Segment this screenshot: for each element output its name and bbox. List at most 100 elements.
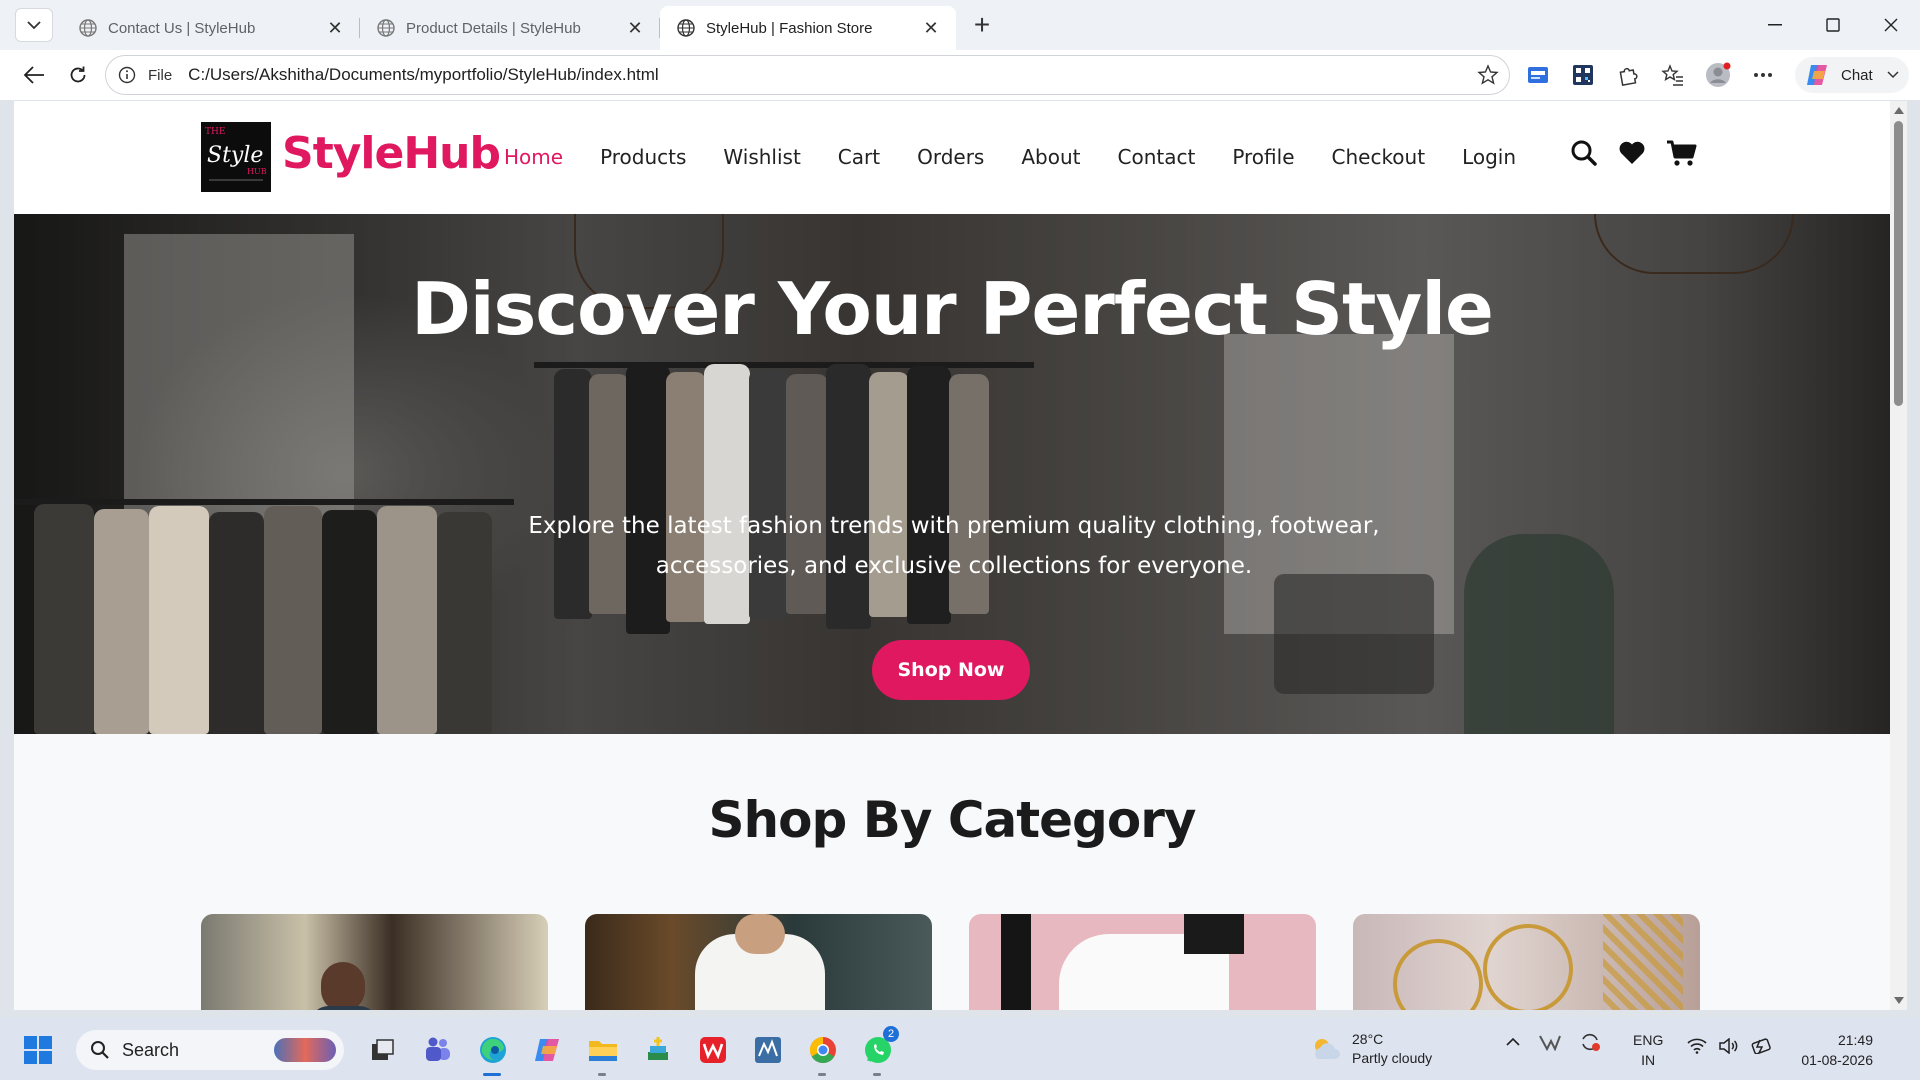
- reload-icon: [70, 66, 86, 83]
- copilot-app[interactable]: [520, 1030, 575, 1070]
- language-region: IN: [1641, 1052, 1656, 1068]
- edge-app[interactable]: [465, 1030, 520, 1076]
- new-tab-button[interactable]: +: [964, 7, 1000, 43]
- category-card-men[interactable]: [201, 914, 548, 1010]
- nav-profile[interactable]: Profile: [1232, 145, 1294, 169]
- minimize-button[interactable]: [1746, 0, 1804, 50]
- language-indicator[interactable]: ENG IN: [1633, 1030, 1663, 1070]
- category-card-accessories[interactable]: [1353, 914, 1700, 1010]
- close-icon[interactable]: ✕: [920, 17, 942, 39]
- hero-title: Discover Your Perfect Style: [411, 267, 1494, 351]
- tray-app-icon[interactable]: [1539, 1033, 1561, 1051]
- search-icon[interactable]: [1570, 139, 1598, 167]
- svg-text:THE: THE: [205, 127, 225, 137]
- quick-settings[interactable]: [1687, 1038, 1785, 1054]
- whatsapp-app[interactable]: 2: [850, 1026, 905, 1076]
- workbench-icon: [754, 1037, 781, 1063]
- cart-icon[interactable]: [1666, 139, 1698, 167]
- wps-office-app[interactable]: [685, 1030, 740, 1070]
- nav-home[interactable]: Home: [504, 145, 563, 169]
- category-card-footwear[interactable]: [969, 914, 1316, 1010]
- tab-product-details[interactable]: Product Details | StyleHub ✕: [360, 8, 660, 48]
- nav-login[interactable]: Login: [1462, 145, 1516, 169]
- chrome-icon: [809, 1036, 836, 1064]
- chevron-up-icon[interactable]: [1505, 1037, 1521, 1047]
- nav-cart[interactable]: Cart: [838, 145, 880, 169]
- search-label: Search: [122, 1039, 180, 1060]
- tab-contact-us[interactable]: Contact Us | StyleHub ✕: [62, 8, 360, 48]
- qr-extension-button[interactable]: [1560, 55, 1605, 95]
- scroll-down-arrow-icon[interactable]: [1894, 997, 1904, 1004]
- heart-icon[interactable]: [1618, 140, 1646, 166]
- category-image: [321, 962, 365, 1010]
- window-extension-icon: [1527, 67, 1548, 83]
- more-dots-icon: [1753, 73, 1772, 77]
- site-info-chip[interactable]: File: [118, 66, 172, 84]
- maximize-button[interactable]: [1804, 0, 1862, 50]
- nav-checkout[interactable]: Checkout: [1332, 145, 1426, 169]
- url-text[interactable]: C:/Users/Akshitha/Documents/myportfolio/…: [188, 65, 659, 85]
- copilot-icon: [1807, 65, 1827, 85]
- maximize-icon: [1826, 18, 1840, 32]
- brand-name[interactable]: StyleHub: [282, 128, 501, 179]
- nav-wishlist[interactable]: Wishlist: [723, 145, 800, 169]
- reload-button[interactable]: [58, 55, 98, 95]
- extensions-button[interactable]: [1605, 55, 1650, 95]
- close-icon: [1884, 18, 1898, 32]
- volume-icon: [1719, 1038, 1739, 1054]
- task-view-button[interactable]: [355, 1030, 410, 1070]
- puzzle-icon: [1619, 67, 1638, 86]
- globe-icon: [677, 19, 695, 37]
- qr-code-icon: [1572, 65, 1593, 85]
- windows-logo-icon: [24, 1036, 52, 1064]
- nav-about[interactable]: About: [1021, 145, 1080, 169]
- start-button[interactable]: [24, 1036, 52, 1069]
- nav-orders[interactable]: Orders: [917, 145, 984, 169]
- tab-fashion-store[interactable]: StyleHub | Fashion Store ✕: [660, 6, 956, 50]
- page-scrollbar[interactable]: [1890, 101, 1907, 1010]
- close-window-button[interactable]: [1862, 0, 1920, 50]
- sync-icon[interactable]: [1579, 1032, 1601, 1052]
- taskbar-search[interactable]: Search: [76, 1030, 344, 1070]
- nav-products[interactable]: Products: [600, 145, 686, 169]
- chevron-down-icon: [27, 21, 41, 30]
- profile-button[interactable]: [1695, 55, 1740, 95]
- mysql-workbench-app[interactable]: [740, 1030, 795, 1070]
- page-viewport: THE Style HUB StyleHub Home Products Wis…: [14, 101, 1907, 1010]
- copilot-chat-button[interactable]: Chat: [1795, 57, 1909, 93]
- chrome-app[interactable]: [795, 1030, 850, 1076]
- windows-taskbar: Search 2 28°C Partly cloudy ENG IN 21:49…: [0, 1018, 1920, 1080]
- clock[interactable]: 21:49 01-08-2026: [1783, 1030, 1873, 1070]
- bible-app[interactable]: [630, 1030, 685, 1070]
- clock-date: 01-08-2026: [1801, 1052, 1873, 1068]
- svg-text:Style: Style: [207, 143, 263, 168]
- notification-badge: 2: [883, 1026, 899, 1042]
- close-icon[interactable]: ✕: [624, 17, 646, 39]
- more-menu-button[interactable]: [1740, 55, 1785, 95]
- stack-icon: [647, 1037, 668, 1060]
- weather-widget[interactable]: 28°C Partly cloudy: [1310, 1030, 1432, 1068]
- partly-cloudy-icon: [1315, 1039, 1340, 1059]
- address-bar[interactable]: File C:/Users/Akshitha/Documents/myportf…: [105, 55, 1510, 95]
- tab-actions-menu-button[interactable]: [15, 8, 53, 42]
- shop-now-button[interactable]: Shop Now: [872, 640, 1030, 700]
- folder-icon: [588, 1041, 617, 1061]
- file-explorer-app[interactable]: [575, 1030, 630, 1076]
- tab-title: Contact Us | StyleHub: [108, 19, 256, 37]
- weather-condition: Partly cloudy: [1352, 1050, 1433, 1066]
- globe-icon: [377, 19, 395, 37]
- search-icon: [91, 1041, 109, 1059]
- teams-app[interactable]: [410, 1030, 465, 1070]
- main-nav: Home Products Wishlist Cart Orders About…: [504, 145, 1553, 169]
- nav-contact[interactable]: Contact: [1118, 145, 1196, 169]
- favorites-button[interactable]: [1650, 55, 1695, 95]
- brand-logo[interactable]: THE Style HUB: [201, 122, 271, 192]
- back-button[interactable]: [14, 55, 54, 95]
- scroll-up-arrow-icon[interactable]: [1894, 107, 1904, 114]
- favorite-star-icon[interactable]: [1477, 64, 1499, 91]
- category-card-women[interactable]: [585, 914, 932, 1010]
- screen-reader-extension-button[interactable]: [1515, 55, 1560, 95]
- scroll-thumb[interactable]: [1894, 121, 1903, 406]
- hero-subtitle: Explore the latest fashion trends with p…: [528, 513, 1380, 579]
- close-icon[interactable]: ✕: [324, 17, 346, 39]
